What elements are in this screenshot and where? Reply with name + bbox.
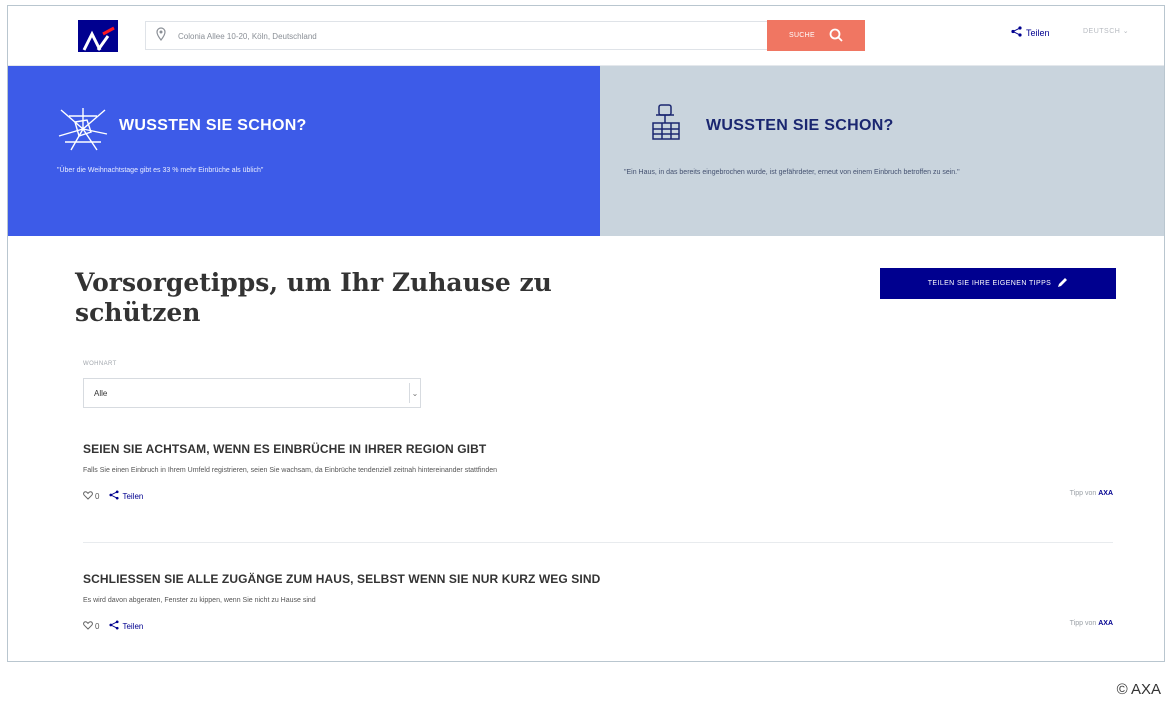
- pencil-icon: [1057, 277, 1068, 290]
- share-own-tips-button[interactable]: TEILEN SIE IHRE EIGENEN TIPPS: [880, 268, 1116, 299]
- fact-title: WUSSTEN SIE SCHON?: [119, 117, 307, 134]
- divider: [83, 542, 1113, 543]
- fact-banner-right: WUSSTEN SIE SCHON? "Ein Haus, in das ber…: [600, 66, 1164, 236]
- tip-actions: 0 Teilen: [83, 490, 143, 502]
- share-label: Teilen: [122, 491, 144, 501]
- tip-actions: 0 Teilen: [83, 620, 143, 632]
- share-label: Teilen: [122, 621, 144, 631]
- share-page-link[interactable]: Teilen: [1011, 26, 1050, 39]
- axa-logo[interactable]: [78, 20, 118, 52]
- location-pin-icon: [156, 27, 166, 46]
- tip-share-link[interactable]: Teilen: [109, 620, 143, 632]
- language-selector[interactable]: DEUTSCH ⌄: [1083, 27, 1129, 35]
- chevron-down-icon: ⌄: [1122, 28, 1130, 35]
- fact-text: "Über die Weihnachtstage gibt es 33 % me…: [57, 167, 264, 174]
- tip-title[interactable]: SCHLIESSEN SIE ALLE ZUGÄNGE ZUM HAUS, SE…: [83, 572, 1113, 586]
- broken-glass-icon: [57, 106, 109, 157]
- browser-viewport: SUCHE Teilen DEUTSCH ⌄: [7, 5, 1165, 662]
- heart-icon: [83, 490, 93, 502]
- housing-type-select[interactable]: Alle ⌄: [83, 378, 421, 408]
- byline-prefix: Tipp von: [1069, 490, 1097, 497]
- door-lock-icon: [650, 103, 684, 146]
- filter-label: WOHNART: [83, 361, 117, 367]
- top-navigation: SUCHE Teilen DEUTSCH ⌄: [8, 6, 1164, 66]
- select-value: Alle: [94, 389, 108, 398]
- byline-author[interactable]: AXA: [1098, 620, 1113, 627]
- address-search-field[interactable]: [145, 21, 863, 50]
- fact-banner-left: WUSSTEN SIE SCHON? "Über die Weihnachtst…: [8, 66, 600, 236]
- like-button[interactable]: 0: [83, 620, 100, 632]
- tip-share-link[interactable]: Teilen: [109, 490, 143, 502]
- tip-byline: Tipp von AXA: [1070, 490, 1113, 497]
- like-button[interactable]: 0: [83, 490, 100, 502]
- language-label: DEUTSCH: [1083, 28, 1121, 35]
- like-count: 0: [95, 621, 100, 631]
- share-icon: [109, 490, 119, 502]
- search-icon: [829, 28, 843, 44]
- share-icon: [109, 620, 119, 632]
- fact-text: "Ein Haus, in das bereits eingebrochen w…: [624, 169, 960, 176]
- byline-author[interactable]: AXA: [1098, 490, 1113, 497]
- copyright-notice: © AXA: [1116, 681, 1161, 698]
- fact-title: WUSSTEN SIE SCHON?: [706, 117, 894, 134]
- search-button-label: SUCHE: [788, 32, 815, 39]
- page-title: Vorsorgetipps, um Ihr Zuhause zu schütze…: [75, 268, 552, 327]
- heart-icon: [83, 620, 93, 632]
- chevron-down-icon: ⌄: [409, 383, 420, 403]
- share-label: Teilen: [1026, 27, 1050, 38]
- share-tips-label: TEILEN SIE IHRE EIGENEN TIPPS: [927, 280, 1052, 287]
- tip-title[interactable]: SEIEN SIE ACHTSAM, WENN ES EINBRÜCHE IN …: [83, 442, 1113, 456]
- share-icon: [1011, 26, 1022, 39]
- like-count: 0: [95, 491, 100, 501]
- tip-description: Falls Sie einen Einbruch in Ihrem Umfeld…: [83, 467, 498, 474]
- tip-byline: Tipp von AXA: [1070, 620, 1113, 627]
- search-input[interactable]: [176, 26, 760, 47]
- search-button[interactable]: SUCHE: [767, 20, 865, 51]
- tip-description: Es wird davon abgeraten, Fenster zu kipp…: [83, 597, 316, 604]
- tip-item: SEIEN SIE ACHTSAM, WENN ES EINBRÜCHE IN …: [83, 442, 1113, 501]
- byline-prefix: Tipp von: [1069, 620, 1097, 627]
- tip-item: SCHLIESSEN SIE ALLE ZUGÄNGE ZUM HAUS, SE…: [83, 572, 1113, 631]
